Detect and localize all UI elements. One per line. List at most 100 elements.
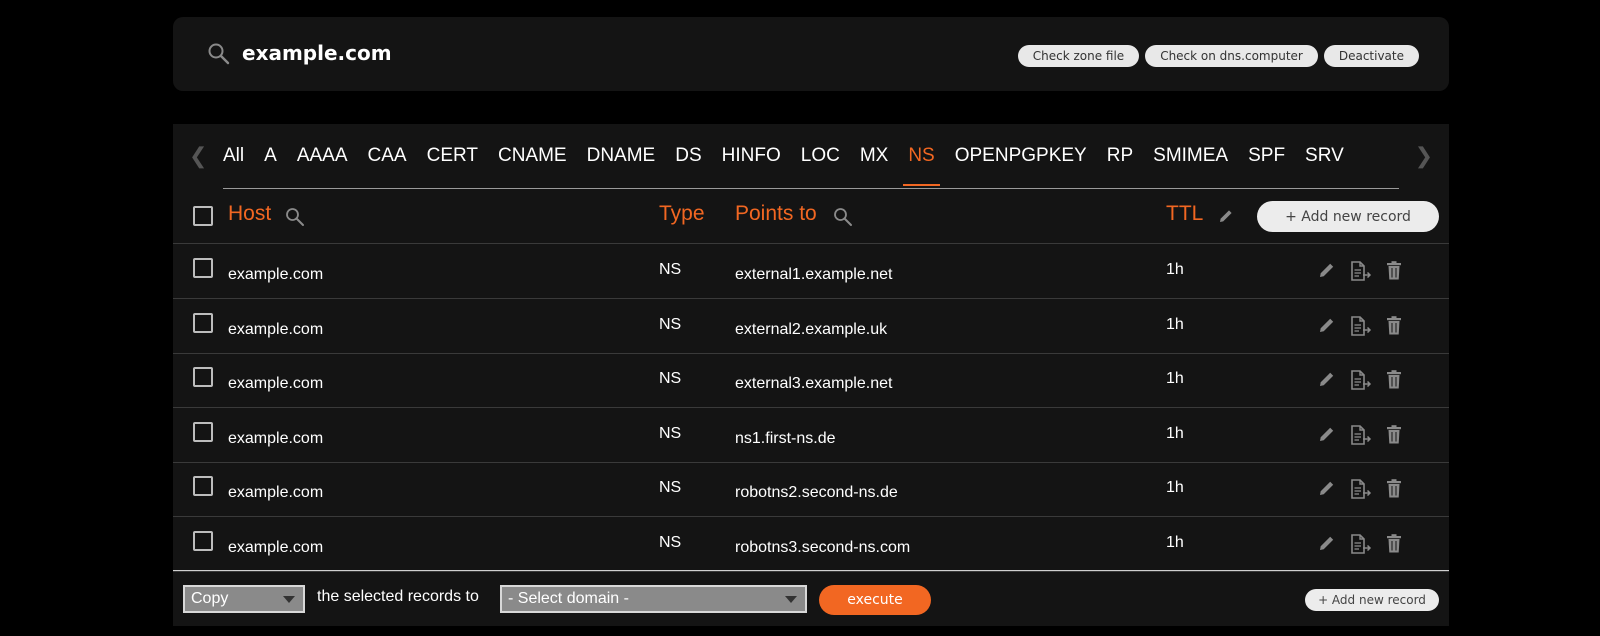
copy-document-icon[interactable] <box>1350 424 1372 445</box>
host-cell: example.com <box>228 375 324 392</box>
trash-icon[interactable] <box>1386 370 1402 389</box>
tab-a[interactable]: A <box>264 124 277 188</box>
search-icon[interactable] <box>207 42 231 66</box>
tab-smimea[interactable]: SMIMEA <box>1153 124 1228 188</box>
row-checkbox[interactable] <box>193 421 213 442</box>
trash-icon[interactable] <box>1386 315 1402 335</box>
host-cell: example.com <box>228 266 324 283</box>
host-cell: example.com <box>228 429 324 447</box>
add-new-record-button-bottom[interactable]: + Add new record <box>1305 589 1439 611</box>
ttl-column-header[interactable]: TTL <box>1166 202 1203 226</box>
record-type-tabs: ❮ All A AAAA CAA CERT CNAME DNAME DS HINFO LOC MX N… <box>173 124 1449 190</box>
header-actions: Check zone file Check on dns.computer De… <box>1017 45 1419 67</box>
pencil-icon[interactable] <box>1318 316 1336 334</box>
table-row: example.com NS robotns3.second-ns.com 1h <box>173 517 1449 572</box>
tab-dname[interactable]: DNAME <box>587 124 656 188</box>
type-cell: NS <box>659 315 682 333</box>
ttl-cell: 1h <box>1166 370 1184 387</box>
row-checkbox[interactable] <box>193 476 213 496</box>
tab-srv[interactable]: SRV <box>1305 124 1344 188</box>
host-cell: example.com <box>228 484 324 501</box>
bulk-action-bar: Copy the selected records to - Select do… <box>173 570 1449 627</box>
row-checkbox[interactable] <box>193 367 213 387</box>
points-to-cell: external3.example.net <box>735 375 893 392</box>
pencil-icon[interactable] <box>1218 208 1234 224</box>
tab-row: All A AAAA CAA CERT CNAME DNAME DS HINFO LOC MX NS O… <box>223 124 1364 188</box>
copy-document-icon[interactable] <box>1350 261 1372 281</box>
table-row: example.com NS external2.example.uk 1h <box>173 299 1449 354</box>
trash-icon[interactable] <box>1386 479 1402 498</box>
tab-spf[interactable]: SPF <box>1248 124 1285 188</box>
row-checkbox[interactable] <box>193 312 213 333</box>
copy-document-icon[interactable] <box>1350 533 1372 554</box>
pencil-icon[interactable] <box>1318 425 1336 443</box>
table-row: example.com NS external3.example.net 1h <box>173 353 1449 408</box>
target-domain-value: - Select domain - <box>508 590 629 607</box>
trash-icon[interactable] <box>1386 533 1402 553</box>
type-cell: NS <box>659 479 682 496</box>
check-zone-file-button[interactable]: Check zone file <box>1017 45 1140 67</box>
tab-ds[interactable]: DS <box>675 124 701 188</box>
select-all-checkbox[interactable] <box>193 206 213 226</box>
copy-document-icon[interactable] <box>1350 315 1372 336</box>
type-cell: NS <box>659 261 682 278</box>
table-header: Host Type Points to TTL + Add new record <box>173 190 1449 244</box>
points-to-cell: ns1.first-ns.de <box>735 429 836 447</box>
search-icon[interactable] <box>833 207 853 227</box>
tabs-divider <box>223 188 1399 189</box>
pencil-icon[interactable] <box>1318 534 1336 552</box>
row-checkbox[interactable] <box>193 258 213 278</box>
table-row: example.com NS ns1.first-ns.de 1h <box>173 408 1449 463</box>
tab-aaaa[interactable]: AAAA <box>297 124 348 188</box>
tab-ns[interactable]: NS <box>903 124 941 188</box>
domain-title: example.com <box>242 41 392 65</box>
tab-loc[interactable]: LOC <box>801 124 840 188</box>
bulk-action-value: Copy <box>191 590 229 607</box>
ttl-cell: 1h <box>1166 261 1184 278</box>
domain-header: example.com Check zone file Check on dns… <box>173 17 1449 91</box>
tab-all[interactable]: All <box>223 124 244 188</box>
host-cell: example.com <box>228 320 324 338</box>
pencil-icon[interactable] <box>1318 261 1336 279</box>
ttl-cell: 1h <box>1166 479 1184 496</box>
tab-hinfo[interactable]: HINFO <box>722 124 781 188</box>
search-icon[interactable] <box>285 207 305 227</box>
copy-document-icon[interactable] <box>1350 479 1372 499</box>
tab-cert[interactable]: CERT <box>427 124 478 188</box>
host-column-header[interactable]: Host <box>228 202 271 226</box>
ttl-cell: 1h <box>1166 533 1184 551</box>
pencil-icon[interactable] <box>1318 370 1336 388</box>
check-on-dns-computer-button[interactable]: Check on dns.computer <box>1145 45 1318 67</box>
ttl-cell: 1h <box>1166 315 1184 333</box>
pencil-icon[interactable] <box>1318 479 1336 497</box>
type-cell: NS <box>659 533 682 551</box>
records-table: Host Type Points to TTL + Add new record… <box>173 190 1449 626</box>
deactivate-button[interactable]: Deactivate <box>1323 45 1419 67</box>
add-new-record-button[interactable]: + Add new record <box>1257 201 1439 232</box>
tab-mx[interactable]: MX <box>860 124 889 188</box>
table-row: example.com NS robotns2.second-ns.de 1h <box>173 462 1449 517</box>
tab-cname[interactable]: CNAME <box>498 124 567 188</box>
points-to-cell: robotns3.second-ns.com <box>735 538 911 556</box>
tab-rp[interactable]: RP <box>1107 124 1133 188</box>
type-cell: NS <box>659 370 682 387</box>
chevron-down-icon <box>283 596 295 603</box>
bulk-action-text: the selected records to <box>317 588 479 605</box>
points-to-column-header[interactable]: Points to <box>735 202 817 226</box>
chevron-down-icon <box>785 596 797 603</box>
chevron-right-icon[interactable]: ❯ <box>1415 144 1433 169</box>
host-cell: example.com <box>228 538 324 556</box>
trash-icon[interactable] <box>1386 424 1402 444</box>
target-domain-select[interactable]: - Select domain - <box>500 585 807 613</box>
trash-icon[interactable] <box>1386 261 1402 280</box>
tab-caa[interactable]: CAA <box>368 124 407 188</box>
points-to-cell: robotns2.second-ns.de <box>735 484 898 501</box>
bulk-action-select[interactable]: Copy <box>183 585 305 613</box>
type-column-header[interactable]: Type <box>659 202 705 226</box>
row-checkbox[interactable] <box>193 530 213 551</box>
execute-button[interactable]: execute <box>819 585 931 615</box>
chevron-left-icon[interactable]: ❮ <box>189 144 207 169</box>
type-cell: NS <box>659 424 682 442</box>
tab-openpgpkey[interactable]: OPENPGPKEY <box>955 124 1087 188</box>
copy-document-icon[interactable] <box>1350 370 1372 390</box>
